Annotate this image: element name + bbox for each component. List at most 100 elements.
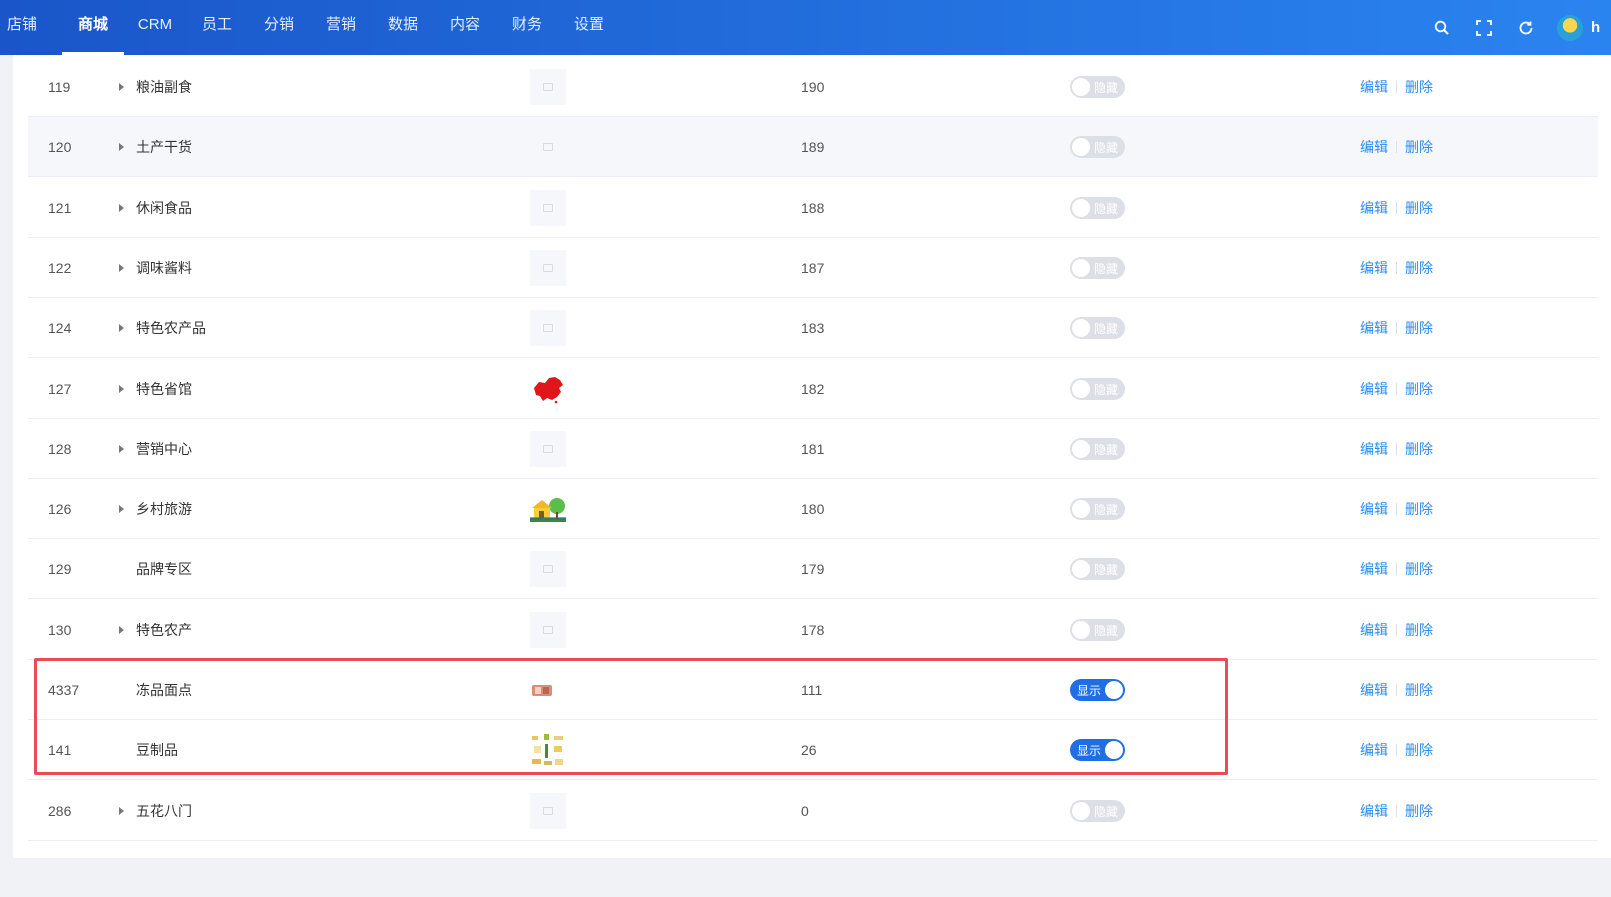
sort-value: 180: [801, 501, 825, 518]
sort-value: 111: [801, 682, 823, 698]
status-toggle[interactable]: 隐藏: [1070, 799, 1125, 822]
delete-link[interactable]: 删除: [1405, 620, 1433, 640]
edit-link[interactable]: 编辑: [1360, 620, 1388, 640]
edit-link[interactable]: 编辑: [1360, 559, 1388, 579]
table-row[interactable]: 124 特色农产品 183 隐藏 编辑 删除: [28, 298, 1598, 359]
nav-item-staff[interactable]: 员工: [186, 0, 248, 55]
edit-link[interactable]: 编辑: [1360, 680, 1388, 700]
delete-link[interactable]: 删除: [1405, 499, 1433, 519]
table-row[interactable]: 122 调味酱料 187 隐藏 编辑 删除: [28, 237, 1598, 298]
edit-link[interactable]: 编辑: [1360, 379, 1388, 399]
status-cell: 显示: [1070, 720, 1125, 780]
delete-link[interactable]: 删除: [1405, 439, 1433, 459]
category-image: [530, 479, 566, 539]
delete-link[interactable]: 删除: [1405, 801, 1433, 821]
edit-link[interactable]: 编辑: [1360, 740, 1388, 760]
status-cell: 隐藏: [1070, 298, 1125, 358]
expand-arrow-icon[interactable]: [119, 359, 127, 419]
table-row[interactable]: 120 土产干货 189 隐藏 编辑 删除: [28, 117, 1598, 178]
nav-item-mall[interactable]: 商城: [62, 0, 124, 55]
sort-value: 188: [801, 199, 825, 216]
nav-item-crm[interactable]: CRM: [124, 0, 186, 55]
status-toggle[interactable]: 隐藏: [1070, 377, 1125, 400]
status-label: 隐藏: [1094, 382, 1119, 397]
status-cell: 隐藏: [1070, 419, 1125, 479]
fullscreen-icon[interactable]: [1473, 17, 1495, 39]
edit-link[interactable]: 编辑: [1360, 499, 1388, 519]
status-toggle[interactable]: 隐藏: [1070, 196, 1125, 219]
top-right-tools: h: [1431, 0, 1611, 55]
delete-link[interactable]: 删除: [1405, 680, 1433, 700]
edit-link[interactable]: 编辑: [1360, 198, 1388, 218]
refresh-icon[interactable]: [1515, 17, 1537, 39]
table-row[interactable]: 141 豆制品 26 显示 编辑 删除: [28, 720, 1598, 781]
status-toggle[interactable]: 隐藏: [1070, 136, 1125, 159]
expand-arrow-icon[interactable]: [119, 600, 127, 660]
sort-value: 182: [801, 380, 825, 397]
row-id: 130: [48, 621, 72, 638]
nav-item-settings[interactable]: 设置: [558, 0, 620, 55]
delete-link[interactable]: 删除: [1405, 740, 1433, 760]
status-toggle[interactable]: 显示: [1070, 679, 1125, 701]
expand-arrow-icon[interactable]: [119, 781, 127, 841]
expand-arrow-icon[interactable]: [119, 178, 127, 238]
table-row[interactable]: 127 特色省馆 182 隐藏 编辑 删除: [28, 358, 1598, 419]
category-image: [530, 298, 566, 358]
status-toggle[interactable]: 隐藏: [1070, 498, 1125, 521]
edit-link[interactable]: 编辑: [1360, 258, 1388, 278]
table-row[interactable]: 286 五花八门 0 隐藏 编辑 删除: [28, 780, 1598, 841]
status-toggle[interactable]: 隐藏: [1070, 317, 1125, 340]
table-row[interactable]: 4337 冻品面点 111 显示 编辑 删除: [28, 660, 1598, 720]
status-toggle[interactable]: 显示: [1070, 739, 1125, 762]
expand-arrow-icon[interactable]: [119, 238, 127, 298]
status-toggle[interactable]: 隐藏: [1070, 558, 1125, 581]
category-name: 特色省馆: [136, 380, 192, 397]
row-actions: 编辑 删除: [1360, 781, 1433, 841]
status-toggle[interactable]: 隐藏: [1070, 256, 1125, 279]
nav-item-data[interactable]: 数据: [372, 0, 434, 55]
row-actions: 编辑 删除: [1360, 298, 1433, 358]
search-icon[interactable]: [1431, 17, 1453, 39]
expand-arrow-icon[interactable]: [119, 117, 127, 177]
table-row[interactable]: 129 品牌专区 179 隐藏 编辑 删除: [28, 539, 1598, 600]
category-name: 品牌专区: [136, 561, 192, 578]
edit-link[interactable]: 编辑: [1360, 439, 1388, 459]
delete-link[interactable]: 删除: [1405, 379, 1433, 399]
delete-link[interactable]: 删除: [1405, 318, 1433, 338]
status-cell: 隐藏: [1070, 359, 1125, 419]
edit-link[interactable]: 编辑: [1360, 318, 1388, 338]
sort-value: 190: [801, 79, 825, 95]
expand-arrow-icon[interactable]: [119, 298, 127, 358]
table-row[interactable]: 130 特色农产 178 隐藏 编辑 删除: [28, 599, 1598, 660]
divider: [1396, 684, 1397, 696]
avatar[interactable]: [1557, 14, 1583, 41]
nav-item-content[interactable]: 内容: [434, 0, 496, 55]
table-row[interactable]: 121 休闲食品 188 隐藏 编辑 删除: [28, 177, 1598, 238]
nav-item-finance[interactable]: 财务: [496, 0, 558, 55]
table-row[interactable]: 128 营销中心 181 隐藏 编辑 删除: [28, 418, 1598, 479]
status-toggle[interactable]: 隐藏: [1070, 618, 1125, 641]
sort-value: 189: [801, 139, 825, 156]
nav-item-distribution[interactable]: 分销: [248, 0, 310, 55]
table-row[interactable]: 119 粮油副食 190 隐藏 编辑 删除: [28, 57, 1598, 117]
edit-link[interactable]: 编辑: [1360, 801, 1388, 821]
delete-link[interactable]: 删除: [1405, 559, 1433, 579]
user-name[interactable]: h: [1591, 19, 1611, 36]
edit-link[interactable]: 编辑: [1360, 137, 1388, 157]
delete-link[interactable]: 删除: [1405, 77, 1433, 97]
row-actions: 编辑 删除: [1360, 57, 1433, 117]
delete-link[interactable]: 删除: [1405, 137, 1433, 157]
expand-arrow-icon[interactable]: [119, 479, 127, 539]
expand-arrow-icon[interactable]: [119, 57, 127, 117]
status-toggle[interactable]: 隐藏: [1070, 437, 1125, 460]
edit-link[interactable]: 编辑: [1360, 77, 1388, 97]
top-nav-bar: 店铺 商城 CRM 员工 分销 营销 数据 内容 财务 设置 h: [0, 0, 1611, 55]
nav-item-marketing[interactable]: 营销: [310, 0, 372, 55]
status-toggle[interactable]: 隐藏: [1070, 76, 1125, 98]
delete-link[interactable]: 删除: [1405, 198, 1433, 218]
table-row[interactable]: 126 乡村旅游 180 隐藏 编辑 删除: [28, 479, 1598, 540]
row-id: 124: [48, 320, 72, 337]
nav-item-store[interactable]: 店铺: [0, 0, 44, 55]
expand-arrow-icon[interactable]: [119, 419, 127, 479]
delete-link[interactable]: 删除: [1405, 258, 1433, 278]
